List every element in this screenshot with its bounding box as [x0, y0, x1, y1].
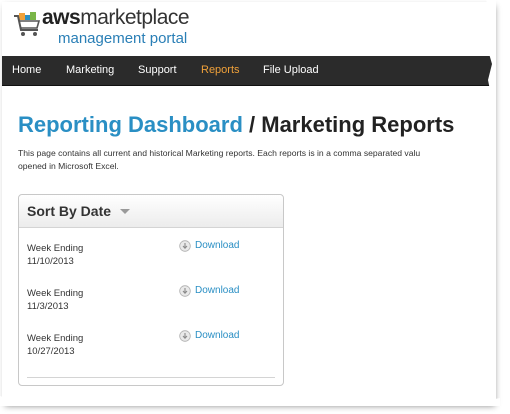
download-icon[interactable] [179, 330, 191, 342]
breadcrumb-reporting-dashboard[interactable]: Reporting Dashboard [18, 112, 243, 137]
screenshot-frame: awsmarketplace management portal Home Ma… [2, 2, 492, 402]
report-date: 11/3/2013 [27, 301, 69, 312]
panel-divider [27, 377, 275, 378]
chevron-down-icon[interactable] [120, 209, 130, 214]
page-title: Reporting Dashboard / Marketing Reports [18, 112, 454, 138]
torn-edge-bottom [0, 396, 500, 406]
report-label: Week Ending 11/3/2013 [27, 287, 83, 313]
page-description: This page contains all current and histo… [18, 147, 488, 173]
main-nav: Home Marketing Support Reports File Uplo… [2, 56, 492, 86]
breadcrumb-separator: / [242, 112, 262, 137]
report-label: Week Ending 11/10/2013 [27, 242, 83, 268]
sort-panel: Sort By Date Week Ending 11/10/2013 Down… [18, 194, 284, 386]
report-row: Week Ending 11/10/2013 Download [27, 240, 277, 270]
logo-aws: aws [42, 6, 81, 29]
sort-panel-header[interactable]: Sort By Date [19, 195, 283, 228]
breadcrumb-current: Marketing Reports [261, 112, 455, 137]
logo-marketplace: marketplace [80, 6, 190, 29]
nav-item-file-upload[interactable]: File Upload [263, 64, 319, 76]
download-link[interactable]: Download [195, 240, 239, 251]
nav-item-marketing[interactable]: Marketing [66, 64, 114, 76]
download-icon[interactable] [179, 240, 191, 252]
report-label-text: Week Ending [27, 333, 84, 344]
report-date: 10/27/2013 [27, 346, 75, 357]
download-icon[interactable] [179, 285, 191, 297]
download-link[interactable]: Download [195, 330, 239, 341]
download-link[interactable]: Download [195, 285, 239, 296]
nav-item-reports[interactable]: Reports [201, 64, 240, 76]
logo-subtitle: management portal [58, 30, 188, 47]
sort-panel-title: Sort By Date [27, 203, 112, 219]
report-row: Week Ending 10/27/2013 Download [27, 330, 277, 360]
report-label-text: Week Ending [27, 288, 84, 299]
shopping-cart-logo-icon [14, 12, 41, 36]
logo-brand: awsmarketplace [42, 6, 190, 30]
report-label: Week Ending 10/27/2013 [27, 332, 83, 358]
report-date: 11/10/2013 [27, 256, 74, 267]
report-label-text: Week Ending [27, 243, 84, 254]
description-line-2: opened in Microsoft Excel. [18, 161, 119, 171]
header: awsmarketplace management portal [2, 2, 492, 54]
report-row: Week Ending 11/3/2013 Download [27, 285, 277, 315]
nav-item-support[interactable]: Support [138, 64, 177, 76]
torn-edge-right [486, 0, 496, 404]
nav-item-home[interactable]: Home [12, 64, 41, 76]
description-line-1: This page contains all current and histo… [18, 148, 421, 158]
